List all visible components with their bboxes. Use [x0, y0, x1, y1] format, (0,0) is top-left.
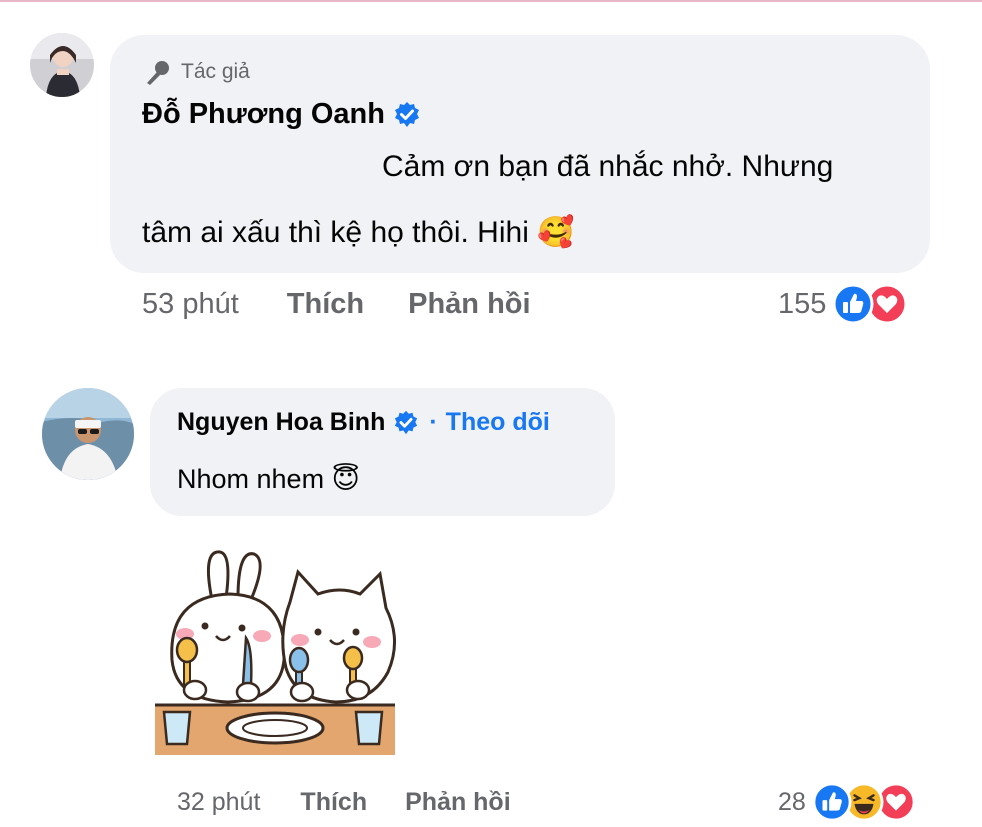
verified-badge-icon	[395, 101, 419, 127]
comment-text: Nhom nhem 😇	[177, 464, 360, 495]
author-badge: Tác giả	[143, 58, 250, 86]
reaction-icons	[812, 782, 916, 822]
comment-text-line-1: Cảm ơn bạn đã nhắc nhở. Nhưng	[382, 150, 834, 183]
reaction-count: 155	[778, 287, 827, 320]
comment-author-row: Nguyen Hoa Binh · Theo dõi	[177, 408, 550, 437]
comment-text-line-2-text: tâm ai xấu thì kệ họ thôi. Hihi	[142, 216, 529, 249]
like-action-button[interactable]: Thích	[300, 788, 367, 817]
reaction-count: 28	[778, 787, 806, 816]
comment-author-name[interactable]: Nguyen Hoa Binh	[177, 408, 385, 437]
comment-text-body: Nhom nhem	[177, 464, 325, 494]
comment-meta: 53 phút Thích Phản hồi	[142, 288, 531, 321]
follow-button[interactable]: Theo dõi	[446, 408, 550, 437]
comment-timestamp[interactable]: 32 phút	[177, 788, 260, 817]
like-icon	[812, 782, 852, 822]
smiling-face-with-halo-emoji: 😇	[331, 464, 360, 494]
reaction-summary[interactable]: 155	[778, 283, 908, 325]
top-divider	[0, 0, 982, 2]
comment-text-line-2: tâm ai xấu thì kệ họ thôi. Hihi 🥰	[142, 215, 575, 250]
reply-action-button[interactable]: Phản hồi	[408, 288, 530, 321]
comment-author-name[interactable]: Đỗ Phương Oanh	[142, 98, 385, 131]
like-icon	[832, 283, 874, 325]
reaction-icons	[832, 283, 908, 325]
comment-author-row: Đỗ Phương Oanh	[142, 98, 421, 131]
like-action-button[interactable]: Thích	[287, 288, 364, 321]
microphone-icon	[147, 61, 169, 85]
verified-badge-icon	[395, 410, 418, 434]
reply-action-button[interactable]: Phản hồi	[405, 788, 511, 817]
bunny-and-cat-eating-sticker[interactable]	[150, 540, 400, 770]
smiling-face-with-hearts-emoji: 🥰	[537, 216, 575, 249]
follow-separator: ·	[429, 408, 438, 436]
comment-meta: 32 phút Thích Phản hồi	[177, 788, 511, 817]
reaction-summary[interactable]: 28	[778, 782, 916, 822]
comment-timestamp[interactable]: 53 phút	[142, 288, 239, 321]
author-badge-label: Tác giả	[181, 60, 250, 83]
avatar[interactable]	[30, 33, 94, 97]
avatar[interactable]	[42, 388, 134, 480]
